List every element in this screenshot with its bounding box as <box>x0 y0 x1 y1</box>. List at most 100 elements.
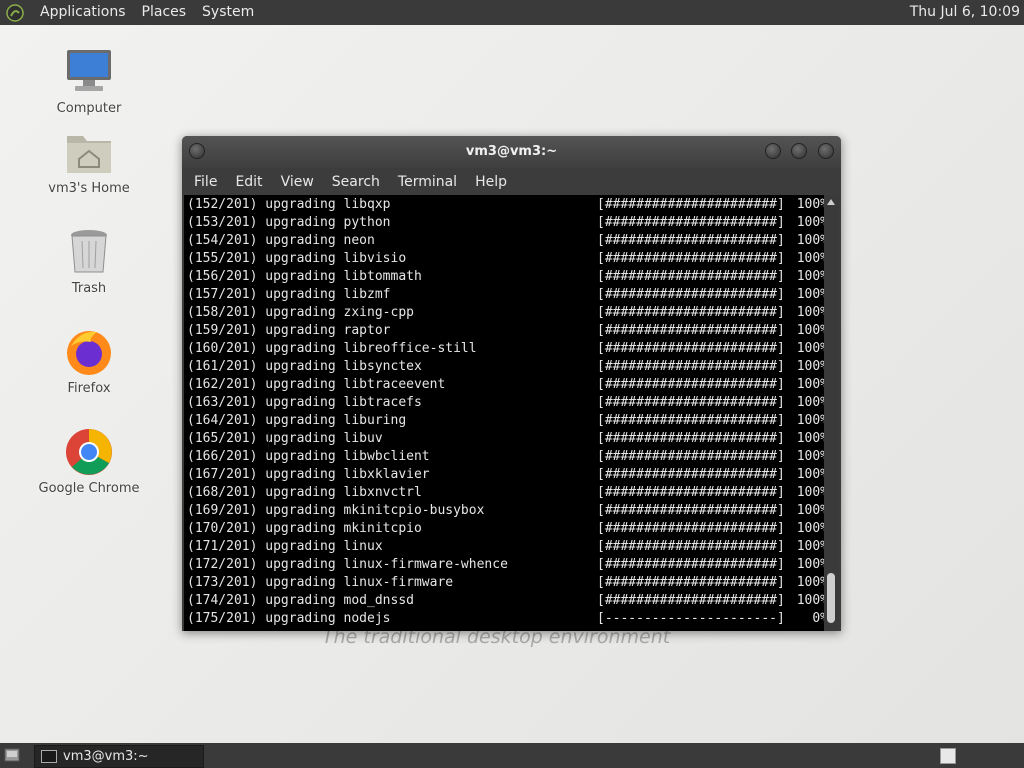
desktop-icon-home[interactable]: vm3's Home <box>34 126 144 196</box>
mate-logo-icon[interactable] <box>6 3 24 22</box>
package-status-text: (171/201) upgrading linux <box>187 539 383 554</box>
progress-bar-text: [######################] <box>597 503 785 518</box>
menu-terminal[interactable]: Terminal <box>389 174 466 190</box>
progress-bar-text: [######################] <box>597 269 785 284</box>
menu-file[interactable]: File <box>185 174 226 190</box>
taskbar-label: vm3@vm3:~ <box>63 749 149 764</box>
close-button[interactable] <box>818 143 834 159</box>
progress-percent: 100% <box>796 341 824 356</box>
package-status-text: (165/201) upgrading libuv <box>187 431 383 446</box>
terminal-icon <box>41 750 57 763</box>
package-status-text: (166/201) upgrading libwbclient <box>187 449 430 464</box>
window-titlebar[interactable]: vm3@vm3:~ <box>182 136 841 168</box>
terminal-line: (174/201) upgrading mod_dnssd [##########… <box>187 592 824 610</box>
progress-bar-text: [######################] <box>597 233 785 248</box>
terminal-line: (153/201) upgrading python [#############… <box>187 214 824 232</box>
progress-percent: 100% <box>796 449 824 464</box>
progress-bar-text: [######################] <box>597 251 785 266</box>
package-status-text: (154/201) upgrading neon <box>187 233 375 248</box>
terminal-line: (165/201) upgrading libuv [##############… <box>187 430 824 448</box>
terminal-line: (154/201) upgrading neon [###############… <box>187 232 824 250</box>
home-folder-icon <box>67 136 111 173</box>
terminal-line: (155/201) upgrading libvisio [###########… <box>187 250 824 268</box>
applications-menu[interactable]: Applications <box>32 0 134 25</box>
desktop-icon-label: Google Chrome <box>38 481 140 496</box>
chrome-icon <box>66 429 112 475</box>
terminal-line: (159/201) upgrading raptor [#############… <box>187 322 824 340</box>
places-menu[interactable]: Places <box>134 0 195 25</box>
progress-bar-text: [######################] <box>597 521 785 536</box>
terminal-line: (172/201) upgrading linux-firmware-whenc… <box>187 556 824 574</box>
progress-percent: 100% <box>796 485 824 500</box>
desktop-icon-computer[interactable]: Computer <box>34 46 144 116</box>
desktop-icon-firefox[interactable]: Firefox <box>34 326 144 396</box>
progress-percent: 100% <box>796 197 824 212</box>
progress-bar-text: [######################] <box>597 287 785 302</box>
progress-bar-text: [######################] <box>597 449 785 464</box>
terminal-line: (158/201) upgrading zxing-cpp [##########… <box>187 304 824 322</box>
package-status-text: (153/201) upgrading python <box>187 215 391 230</box>
progress-bar-text: [######################] <box>597 215 785 230</box>
terminal-line: (171/201) upgrading linux [##############… <box>187 538 824 556</box>
progress-percent: 100% <box>796 215 824 230</box>
terminal-scrollbar[interactable] <box>824 195 839 631</box>
package-status-text: (157/201) upgrading libzmf <box>187 287 391 302</box>
terminal-line: (173/201) upgrading linux-firmware [#####… <box>187 574 824 592</box>
show-desktop-icon[interactable] <box>4 748 20 762</box>
system-menu[interactable]: System <box>194 0 262 25</box>
package-status-text: (161/201) upgrading libsynctex <box>187 359 422 374</box>
scroll-up-arrow-icon[interactable] <box>827 199 835 205</box>
progress-percent: 100% <box>796 521 824 536</box>
minimize-button[interactable] <box>765 143 781 159</box>
menu-view[interactable]: View <box>272 174 323 190</box>
package-status-text: (173/201) upgrading linux-firmware <box>187 575 454 590</box>
progress-bar-text: [######################] <box>597 485 785 500</box>
progress-percent: 100% <box>796 377 824 392</box>
package-status-text: (175/201) upgrading nodejs <box>187 611 391 626</box>
progress-percent: 0% <box>812 611 824 626</box>
menu-help[interactable]: Help <box>466 174 516 190</box>
progress-bar-text: [######################] <box>597 557 785 572</box>
progress-bar-text: [######################] <box>597 341 785 356</box>
workspace-switcher[interactable] <box>940 748 956 764</box>
terminal-line: (160/201) upgrading libreoffice-still [##… <box>187 340 824 358</box>
taskbar-terminal-button[interactable]: vm3@vm3:~ <box>34 745 204 768</box>
desktop-icon-trash[interactable]: Trash <box>34 226 144 296</box>
progress-percent: 100% <box>796 305 824 320</box>
scrollbar-thumb[interactable] <box>827 573 835 623</box>
maximize-button[interactable] <box>791 143 807 159</box>
bottom-panel: vm3@vm3:~ <box>0 743 1024 768</box>
terminal-window[interactable]: vm3@vm3:~ File Edit View Search Terminal… <box>182 136 841 631</box>
progress-bar-text: [######################] <box>597 377 785 392</box>
computer-icon <box>67 50 111 91</box>
desktop-icon-chrome[interactable]: Google Chrome <box>34 426 144 496</box>
terminal-line: (166/201) upgrading libwbclient [########… <box>187 448 824 466</box>
terminal-line: (164/201) upgrading liburing [###########… <box>187 412 824 430</box>
progress-percent: 100% <box>796 233 824 248</box>
progress-bar-text: [######################] <box>597 539 785 554</box>
package-status-text: (155/201) upgrading libvisio <box>187 251 407 266</box>
menu-search[interactable]: Search <box>323 174 389 190</box>
trash-icon <box>71 230 107 273</box>
clock[interactable]: Thu Jul 6, 10:09 <box>910 0 1020 25</box>
terminal-output[interactable]: (152/201) upgrading libqxp [#############… <box>184 195 824 631</box>
progress-bar-text: [######################] <box>597 197 785 212</box>
package-status-text: (158/201) upgrading zxing-cpp <box>187 305 414 320</box>
package-status-text: (159/201) upgrading raptor <box>187 323 391 338</box>
window-menu-button[interactable] <box>189 143 205 159</box>
progress-percent: 100% <box>796 395 824 410</box>
desktop-icon-label: Computer <box>56 101 122 116</box>
package-status-text: (172/201) upgrading linux-firmware-whenc… <box>187 557 508 572</box>
terminal-line: (162/201) upgrading libtraceevent [######… <box>187 376 824 394</box>
progress-percent: 100% <box>796 413 824 428</box>
package-status-text: (163/201) upgrading libtracefs <box>187 395 422 410</box>
terminal-line: (167/201) upgrading libxklavier [########… <box>187 466 824 484</box>
terminal-line: (157/201) upgrading libzmf [#############… <box>187 286 824 304</box>
progress-percent: 100% <box>796 503 824 518</box>
desktop-icon-label: Trash <box>71 281 107 296</box>
package-status-text: (160/201) upgrading libreoffice-still <box>187 341 477 356</box>
progress-bar-text: [######################] <box>597 323 785 338</box>
menu-edit[interactable]: Edit <box>226 174 271 190</box>
package-status-text: (152/201) upgrading libqxp <box>187 197 391 212</box>
desktop-icon-label: Firefox <box>67 381 111 396</box>
